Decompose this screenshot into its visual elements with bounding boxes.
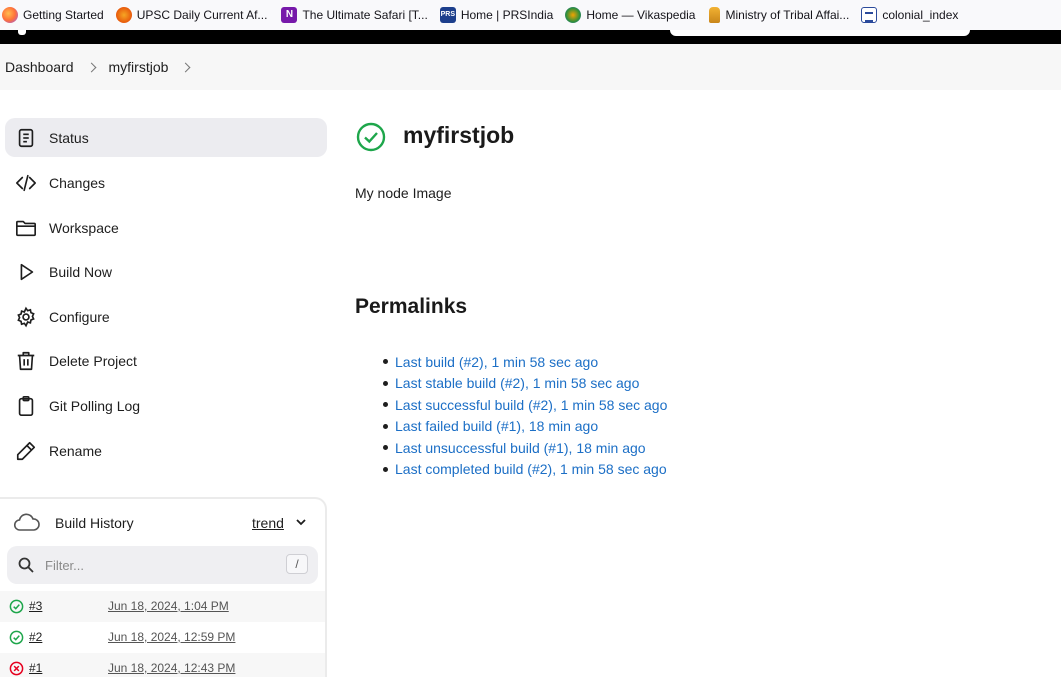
build-filter: / (7, 546, 318, 584)
build-history-panel: Build History trend / #3 Jun 18, 2024, 1… (0, 497, 327, 677)
play-icon (15, 261, 37, 283)
sidebar-item-git-polling-log[interactable]: Git Polling Log (5, 386, 327, 425)
bullet (383, 380, 388, 386)
list-item: Last failed build (#1), 18 min ago (383, 416, 667, 438)
bookmark-label: Home | PRSIndia (460, 8, 554, 22)
bookmark-prsindia[interactable]: PRS Home | PRSIndia (439, 0, 560, 30)
notepad-icon (15, 127, 37, 149)
sidebar-item-label: Workspace (49, 219, 119, 236)
shortcut-hint: / (286, 554, 308, 574)
vikaspedia-icon (565, 7, 582, 23)
sidebar-item-changes[interactable]: Changes (5, 163, 327, 202)
list-item: Last completed build (#2), 1 min 58 sec … (383, 459, 667, 481)
build-date[interactable]: Jun 18, 2024, 1:04 PM (108, 599, 229, 613)
sidebar-item-label: Rename (49, 442, 102, 459)
build-history-title: Build History (55, 515, 134, 531)
sidebar-item-label: Build Now (49, 263, 113, 280)
success-icon (356, 122, 386, 152)
bullet (383, 466, 388, 472)
bookmarks-bar: Getting Started UPSC Daily Current Af...… (0, 0, 1061, 30)
crown-icon (861, 7, 878, 23)
breadcrumb: Dashboard myfirstjob (0, 44, 1061, 90)
build-history-header: Build History trend (0, 499, 325, 547)
prs-icon: PRS (439, 7, 456, 23)
filter-input[interactable] (45, 555, 275, 575)
bullet (383, 402, 388, 408)
sidebar-item-label: Changes (49, 174, 106, 191)
trend-link[interactable]: trend (252, 515, 284, 531)
permalink[interactable]: Last build (#2), 1 min 58 sec ago (395, 354, 598, 370)
bookmark-vikaspedia[interactable]: Home — Vikaspedia (565, 0, 701, 30)
permalink[interactable]: Last unsuccessful build (#1), 18 min ago (395, 440, 646, 456)
search-box[interactable] (670, 30, 970, 36)
folder-icon (15, 217, 37, 239)
permalink[interactable]: Last failed build (#1), 18 min ago (395, 418, 598, 434)
list-item: Last unsuccessful build (#1), 18 min ago (383, 437, 667, 459)
chevron-right-icon[interactable] (180, 62, 191, 72)
job-description: My node Image (355, 185, 452, 201)
failed-icon (9, 661, 24, 676)
breadcrumb-dashboard[interactable]: Dashboard (5, 59, 74, 75)
bookmark-label: colonial_index (882, 8, 959, 22)
chevron-down-icon[interactable] (295, 516, 307, 528)
success-icon (9, 630, 24, 645)
permalinks-heading: Permalinks (355, 295, 468, 318)
firefox-icon (2, 7, 18, 23)
sidebar-item-configure[interactable]: Configure (5, 297, 327, 336)
sidebar-item-rename[interactable]: Rename (5, 431, 327, 470)
bookmark-label: UPSC Daily Current Af... (136, 8, 268, 22)
sidebar-item-label: Git Polling Log (49, 397, 141, 414)
bookmark-tribal[interactable]: Ministry of Tribal Affai... (709, 0, 855, 30)
breadcrumb-job[interactable]: myfirstjob (109, 59, 169, 75)
jenkins-logo[interactable] (18, 30, 26, 35)
list-item: Last stable build (#2), 1 min 58 sec ago (383, 373, 667, 395)
sidebar-item-label: Configure (49, 308, 110, 325)
permalink[interactable]: Last completed build (#2), 1 min 58 sec … (395, 461, 667, 477)
permalinks-list: Last build (#2), 1 min 58 sec ago Last s… (383, 351, 667, 480)
trash-icon (15, 350, 37, 372)
cloud-icon (13, 513, 40, 531)
code-icon (15, 172, 37, 194)
build-row[interactable]: #1 Jun 18, 2024, 12:43 PM (0, 653, 325, 677)
bookmark-label: Ministry of Tribal Affai... (725, 8, 850, 22)
header-bar (0, 30, 1061, 44)
bookmark-safari[interactable]: N The Ultimate Safari [T... (281, 0, 433, 30)
build-number[interactable]: #1 (29, 661, 42, 675)
bullet (383, 359, 388, 365)
build-number[interactable]: #2 (29, 630, 42, 644)
list-item: Last build (#2), 1 min 58 sec ago (383, 351, 667, 373)
sidebar-item-delete-project[interactable]: Delete Project (5, 341, 327, 380)
success-icon (9, 599, 24, 614)
sidebar-item-label: Status (49, 129, 89, 146)
chevron-right-icon (86, 62, 96, 72)
clipboard-icon (15, 395, 37, 417)
build-date[interactable]: Jun 18, 2024, 12:43 PM (108, 661, 235, 675)
search-icon (18, 557, 34, 573)
permalink[interactable]: Last stable build (#2), 1 min 58 sec ago (395, 375, 639, 391)
upsc-icon (115, 7, 132, 23)
sidebar-item-status[interactable]: Status (5, 118, 327, 157)
bullet (383, 423, 388, 429)
permalink[interactable]: Last successful build (#2), 1 min 58 sec… (395, 397, 667, 413)
build-date[interactable]: Jun 18, 2024, 12:59 PM (108, 630, 235, 644)
sidebar-item-workspace[interactable]: Workspace (5, 208, 327, 247)
bullet (383, 445, 388, 451)
pencil-icon (15, 440, 37, 462)
emblem-icon (709, 7, 721, 23)
sidebar-item-label: Delete Project (49, 352, 137, 369)
build-number[interactable]: #3 (29, 599, 42, 613)
sidebar-item-build-now[interactable]: Build Now (5, 252, 327, 291)
build-row[interactable]: #2 Jun 18, 2024, 12:59 PM (0, 622, 325, 653)
onenote-icon: N (281, 7, 298, 23)
list-item: Last successful build (#2), 1 min 58 sec… (383, 394, 667, 416)
bookmark-upsc[interactable]: UPSC Daily Current Af... (115, 0, 274, 30)
bookmark-label: Getting Started (23, 8, 104, 22)
bookmark-colonial[interactable]: colonial_index (861, 0, 964, 30)
gear-icon (15, 306, 37, 328)
bookmark-label: Home — Vikaspedia (586, 8, 696, 22)
bookmark-label: The Ultimate Safari [T... (302, 8, 428, 22)
page-title: myfirstjob (403, 122, 515, 148)
build-row[interactable]: #3 Jun 18, 2024, 1:04 PM (0, 591, 325, 622)
bookmark-getting-started[interactable]: Getting Started (0, 0, 110, 30)
